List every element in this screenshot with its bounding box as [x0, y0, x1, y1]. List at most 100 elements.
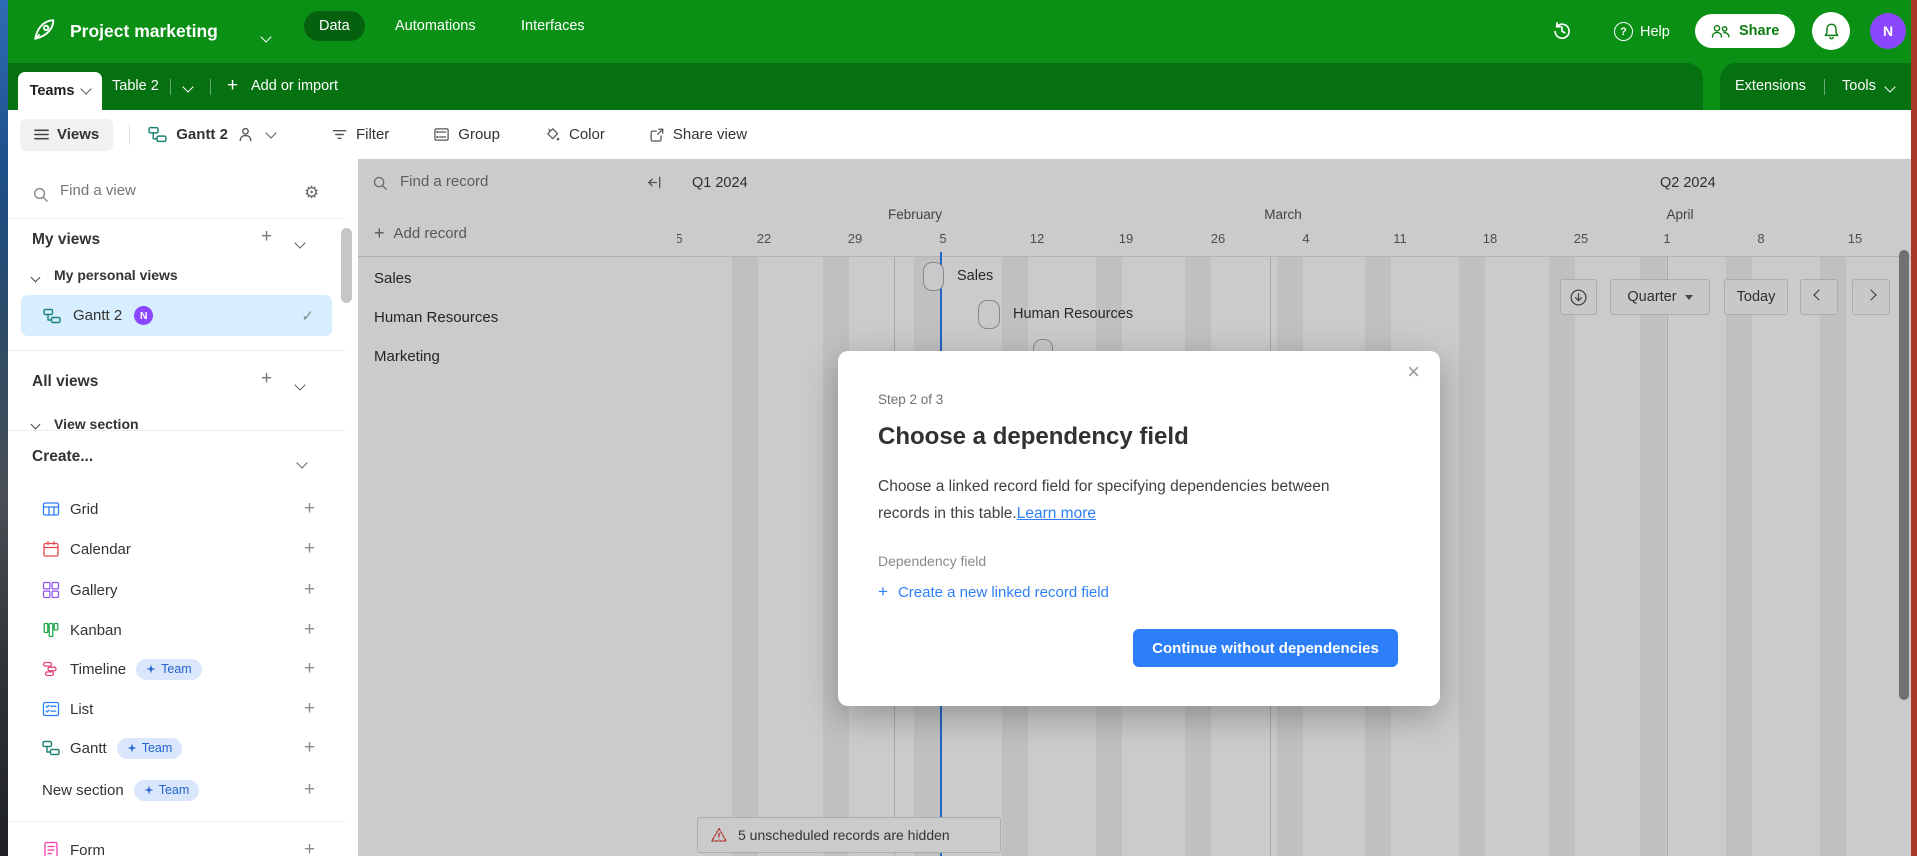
add-or-import[interactable]: Add or import	[251, 78, 338, 94]
extensions-button[interactable]: Extensions	[1735, 78, 1806, 94]
selected-view-name: Gantt 2	[73, 307, 123, 324]
sidebar-item-form[interactable]: Form +	[8, 835, 358, 856]
group-button[interactable]: Group	[433, 126, 500, 143]
learn-more-link[interactable]: Learn more	[1017, 505, 1096, 522]
sidebar-item-list[interactable]: List +	[8, 694, 358, 724]
add-view-icon[interactable]: +	[304, 498, 315, 520]
color-button[interactable]: Color	[544, 126, 605, 143]
search-icon	[32, 186, 49, 203]
continue-without-dependencies-button[interactable]: Continue without dependencies	[1133, 629, 1398, 667]
filter-icon	[332, 130, 347, 139]
base-title-chevron-icon[interactable]	[260, 30, 272, 48]
help-label: Help	[1640, 23, 1670, 40]
sidebar-item-gantt2[interactable]: Gantt 2 N ✓	[21, 295, 332, 336]
tab-teams[interactable]: Teams	[18, 72, 102, 110]
share-label: Share	[1739, 23, 1780, 39]
gantt-icon	[42, 739, 60, 757]
check-icon: ✓	[301, 307, 314, 325]
group-icon	[434, 128, 450, 141]
add-view-icon[interactable]: +	[304, 737, 315, 759]
form-icon	[42, 841, 60, 856]
add-table-plus-icon[interactable]: +	[227, 75, 238, 97]
find-view-input[interactable]	[58, 181, 242, 200]
clipped-view-row: View section	[8, 416, 338, 430]
notifications-button[interactable]	[1812, 12, 1850, 50]
tools-button[interactable]: Tools	[1842, 78, 1876, 94]
screen: Project marketing Data Automations Inter…	[0, 0, 1917, 856]
view-switcher[interactable]: Gantt 2	[148, 125, 277, 144]
gantt-view-icon	[43, 307, 61, 325]
tab-teams-label: Teams	[29, 83, 75, 99]
collaborator-badge: N	[134, 306, 154, 325]
sidebar-item-gallery[interactable]: Gallery +	[8, 575, 358, 605]
plus-icon: +	[878, 582, 888, 601]
add-view-icon[interactable]: +	[304, 839, 315, 856]
nav-tab-automations[interactable]: Automations	[380, 11, 491, 41]
all-views-add-icon[interactable]: +	[261, 368, 272, 390]
kanban-icon	[42, 621, 60, 639]
add-view-icon[interactable]: +	[304, 658, 315, 680]
nav-tab-interfaces[interactable]: Interfaces	[506, 11, 600, 41]
gear-icon[interactable]: ⚙	[304, 183, 319, 203]
table-tab-bar: Teams Table 2 + Add or import Extensions…	[8, 63, 1911, 110]
add-view-icon[interactable]: +	[304, 538, 315, 560]
sidebar-item-grid[interactable]: Grid +	[8, 494, 358, 524]
current-view-name: Gantt 2	[176, 126, 228, 143]
close-icon[interactable]: ×	[1407, 361, 1420, 383]
collaborator-icon	[237, 126, 254, 143]
sidebar-item-timeline[interactable]: Timeline Team +	[8, 654, 358, 684]
top-bar: Project marketing Data Automations Inter…	[8, 0, 1911, 63]
create-chevron-icon[interactable]	[296, 456, 308, 474]
nav-tab-data[interactable]: Data	[304, 11, 365, 41]
table-chevron-icon[interactable]	[182, 81, 194, 97]
external-link-icon	[650, 128, 664, 142]
personal-views-label[interactable]: My personal views	[54, 267, 178, 283]
add-view-icon[interactable]: +	[304, 579, 315, 601]
team-badge: Team	[133, 779, 200, 801]
sidebar-item-new-section[interactable]: New section Team +	[8, 775, 358, 805]
share-button[interactable]: Share	[1695, 14, 1796, 48]
view-chevron-icon	[265, 126, 277, 139]
modal-body: Choose a linked record field for specify…	[878, 478, 1330, 522]
list-icon	[42, 700, 60, 718]
color-icon	[547, 128, 560, 141]
tab-table2[interactable]: Table 2	[112, 78, 159, 94]
share-view-button[interactable]: Share view	[649, 126, 747, 143]
add-view-icon[interactable]: +	[304, 698, 315, 720]
filter-button[interactable]: Filter	[331, 126, 389, 143]
sidebar-item-gantt[interactable]: Gantt Team +	[8, 733, 358, 763]
sidebar-scrollbar[interactable]	[341, 228, 352, 303]
desktop-edge	[0, 0, 8, 856]
my-views-chevron-icon[interactable]	[294, 236, 306, 254]
add-view-icon[interactable]: +	[304, 779, 315, 801]
views-button[interactable]: Views	[20, 118, 114, 151]
tools-chevron-icon	[1884, 81, 1896, 97]
team-badge: Team	[136, 658, 202, 680]
my-views-add-icon[interactable]: +	[261, 226, 272, 248]
views-sidebar: ⚙ My views + My personal views Gantt 2 N…	[8, 159, 358, 856]
share-view-label: Share view	[672, 126, 748, 143]
group-label: Group	[458, 126, 500, 143]
gantt-view-icon	[148, 125, 167, 144]
all-views-label: All views	[32, 373, 99, 390]
sidebar-item-kanban[interactable]: Kanban +	[8, 615, 358, 645]
grid-icon	[42, 500, 60, 518]
create-linked-record-link[interactable]: + Create a new linked record field	[878, 582, 1109, 602]
bell-icon	[1822, 22, 1841, 41]
sidebar-item-calendar[interactable]: Calendar +	[8, 534, 358, 564]
team-badge: Team	[116, 737, 183, 759]
calendar-icon	[42, 540, 60, 558]
add-view-icon[interactable]: +	[304, 619, 315, 641]
history-icon[interactable]	[1552, 21, 1572, 41]
view-toolbar: Views Gantt 2 Filter Group Color Share v…	[8, 110, 1911, 160]
avatar[interactable]: N	[1870, 13, 1906, 49]
all-views-chevron-icon[interactable]	[294, 378, 306, 396]
base-title[interactable]: Project marketing	[70, 21, 218, 42]
tab-teams-chevron-icon	[80, 83, 93, 95]
sparkle-icon	[127, 743, 137, 753]
app-window: Project marketing Data Automations Inter…	[8, 0, 1911, 856]
my-views-label: My views	[32, 231, 101, 248]
help-button[interactable]: ? Help	[1614, 22, 1670, 41]
personal-views-chevron-icon[interactable]	[30, 271, 41, 289]
dependency-field-label: Dependency field	[878, 553, 987, 569]
